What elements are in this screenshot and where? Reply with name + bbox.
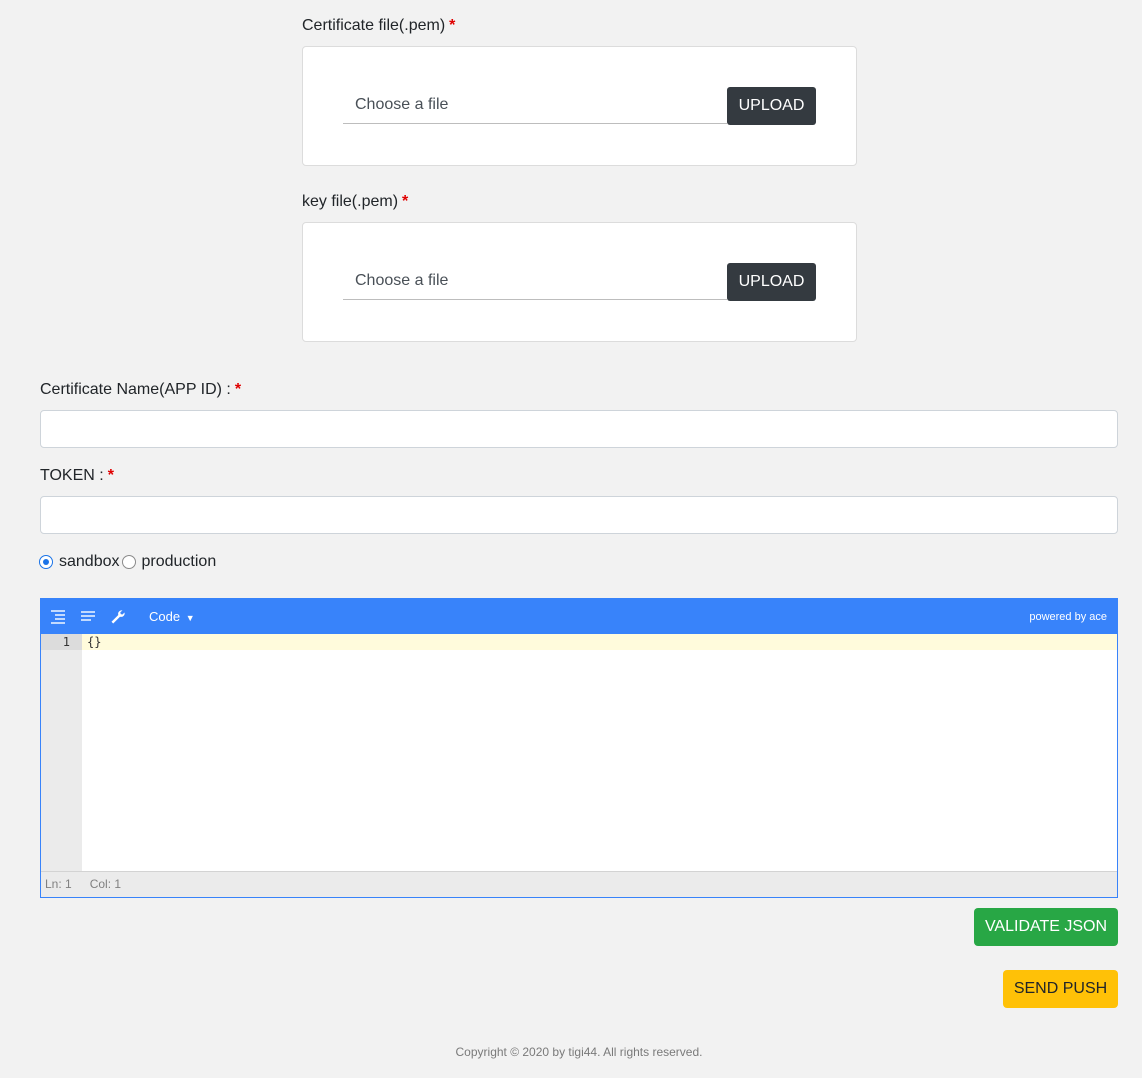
cert-upload-box: Choose a file UPLOAD <box>302 46 857 166</box>
caret-down-icon: ▼ <box>185 613 195 623</box>
editor-gutter: 1 <box>41 634 82 871</box>
status-column: Col: 1 <box>89 877 122 891</box>
required-mark: * <box>449 17 456 34</box>
token-label: TOKEN : * <box>40 467 114 484</box>
editor-code[interactable]: {} <box>87 635 101 649</box>
compact-icon[interactable] <box>79 608 97 626</box>
production-label[interactable]: production <box>142 553 217 571</box>
send-push-button[interactable]: SEND PUSH <box>1003 970 1118 1008</box>
json-editor: Code ▼ powered by ace 1 {} Ln: 1 Col: 1 <box>40 598 1118 898</box>
key-file-label: key file(.pem) * <box>302 193 409 210</box>
gutter-active-line <box>41 634 82 650</box>
line-number: 1 <box>62 635 70 649</box>
key-upload-button[interactable]: UPLOAD <box>727 263 816 301</box>
token-input[interactable] <box>40 496 1118 534</box>
cert-file-label: Certificate file(.pem) * <box>302 17 456 34</box>
repair-wrench-icon[interactable] <box>109 608 127 626</box>
cert-name-label: Certificate Name(APP ID) : * <box>40 381 242 398</box>
required-mark: * <box>107 467 114 484</box>
production-radio[interactable] <box>121 555 136 569</box>
environment-radio-group: sandbox production <box>39 552 218 572</box>
sandbox-radio[interactable] <box>39 555 53 569</box>
editor-status-bar: Ln: 1 Col: 1 <box>41 871 1117 897</box>
editor-menu-bar: Code ▼ powered by ace <box>41 599 1117 634</box>
active-line-highlight <box>82 634 1117 650</box>
mode-dropdown[interactable]: Code ▼ <box>149 609 195 624</box>
status-line: Ln: 1 <box>45 877 72 891</box>
required-mark: * <box>234 381 242 398</box>
key-upload-box: Choose a file UPLOAD <box>302 222 857 342</box>
required-mark: * <box>402 193 409 210</box>
footer-copyright: Copyright © 2020 by tigi44. All rights r… <box>455 1045 703 1059</box>
sandbox-label[interactable]: sandbox <box>59 553 120 571</box>
cert-name-input[interactable] <box>40 410 1118 448</box>
key-file-input[interactable]: Choose a file <box>343 263 727 300</box>
powered-by-ace[interactable]: powered by ace <box>1029 611 1107 623</box>
cert-file-input[interactable]: Choose a file <box>343 87 727 124</box>
cert-upload-button[interactable]: UPLOAD <box>727 87 816 125</box>
format-icon[interactable] <box>49 608 67 626</box>
validate-json-button[interactable]: VALIDATE JSON <box>974 908 1118 946</box>
